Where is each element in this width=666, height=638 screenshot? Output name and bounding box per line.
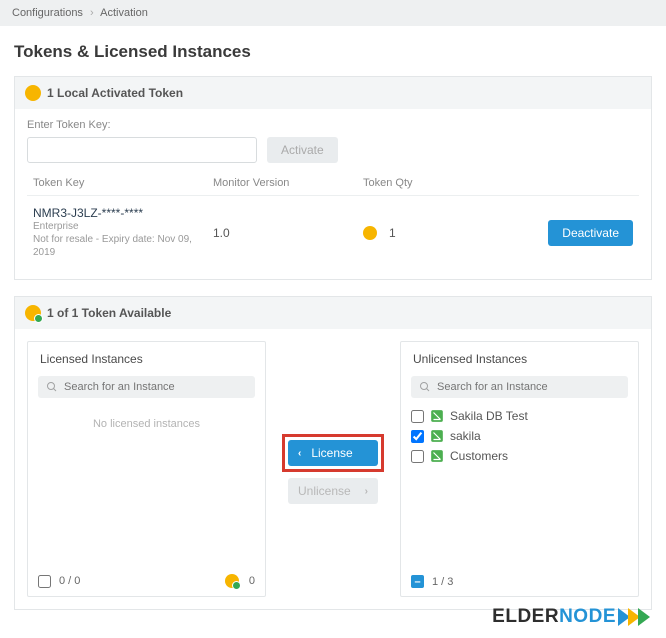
instance-item[interactable]: Customers: [411, 446, 628, 466]
licensed-title: Licensed Instances: [28, 342, 265, 376]
breadcrumb-current: Activation: [100, 7, 148, 19]
unlicensed-count: 1 / 3: [432, 576, 453, 588]
available-heading: 1 of 1 Token Available: [15, 297, 651, 329]
logo-triangles-icon: [620, 608, 650, 626]
breadcrumb: Configurations › Activation: [0, 0, 666, 26]
token-qty-value: 1: [389, 226, 396, 240]
highlight-box: ‹ License: [282, 434, 384, 472]
local-tokens-heading: 1 Local Activated Token: [15, 77, 651, 109]
search-icon: [419, 381, 431, 393]
database-icon: [430, 429, 444, 443]
instance-label: sakila: [450, 429, 481, 443]
minus-icon[interactable]: –: [411, 575, 424, 588]
licensed-instances-box: Licensed Instances No licensed instances…: [27, 341, 266, 597]
eldernode-logo: ELDERNODE: [492, 606, 650, 628]
instance-checkbox[interactable]: [411, 430, 424, 443]
local-tokens-panel: 1 Local Activated Token Enter Token Key:…: [14, 76, 652, 280]
license-button-label: License: [311, 446, 352, 460]
licensed-count: 0 / 0: [59, 575, 80, 587]
licensed-empty: No licensed instances: [28, 398, 265, 450]
col-token-key: Token Key: [33, 177, 213, 189]
unlicensed-search[interactable]: [411, 376, 628, 398]
token-key-value: NMR3-J3LZ-****-****: [33, 206, 213, 220]
transfer-buttons: ‹ License Unlicense ›: [278, 341, 388, 597]
instance-label: Sakila DB Test: [450, 409, 528, 423]
token-coin-icon: [225, 574, 239, 588]
token-available-icon: [25, 305, 41, 321]
licensed-search[interactable]: [38, 376, 255, 398]
page-title: Tokens & Licensed Instances: [14, 42, 652, 62]
instance-checkbox[interactable]: [411, 450, 424, 463]
unlicense-button-label: Unlicense: [298, 484, 351, 498]
token-coin-icon: [25, 85, 41, 101]
unlicensed-title: Unlicensed Instances: [401, 342, 638, 376]
chevron-right-icon: ›: [90, 7, 94, 19]
unlicensed-instances-box: Unlicensed Instances Sakila DB Test sakil…: [400, 341, 639, 597]
database-icon: [430, 409, 444, 423]
enter-token-label: Enter Token Key:: [27, 119, 639, 131]
available-heading-text: 1 of 1 Token Available: [47, 306, 171, 320]
activate-button[interactable]: Activate: [267, 137, 338, 163]
token-coin-icon: [363, 226, 377, 240]
col-token-qty: Token Qty: [363, 177, 543, 189]
logo-e: E: [603, 606, 616, 628]
chevron-right-icon: ›: [365, 486, 368, 497]
deactivate-button[interactable]: Deactivate: [548, 220, 633, 246]
instance-item[interactable]: Sakila DB Test: [411, 406, 628, 426]
local-tokens-heading-text: 1 Local Activated Token: [47, 86, 183, 100]
available-tokens-panel: 1 of 1 Token Available Licensed Instance…: [14, 296, 652, 610]
license-button[interactable]: ‹ License: [288, 440, 378, 466]
instance-checkbox[interactable]: [411, 410, 424, 423]
unlicensed-search-input[interactable]: [437, 381, 620, 393]
monitor-version-value: 1.0: [213, 226, 363, 240]
unlicensed-list: Sakila DB Test sakila Customers: [401, 398, 638, 468]
search-icon: [46, 381, 58, 393]
instance-label: Customers: [450, 449, 508, 463]
logo-text-node: NOD: [559, 606, 603, 628]
token-tier: Enterprise: [33, 220, 193, 233]
unlicense-button[interactable]: Unlicense ›: [288, 478, 378, 504]
licensed-select-all[interactable]: [38, 575, 51, 588]
chevron-left-icon: ‹: [298, 448, 301, 459]
col-monitor-version: Monitor Version: [213, 177, 363, 189]
token-key-input[interactable]: [27, 137, 257, 163]
token-expiry: Not for resale - Expiry date: Nov 09, 20…: [33, 233, 193, 259]
instance-item[interactable]: sakila: [411, 426, 628, 446]
database-icon: [430, 449, 444, 463]
token-table-header: Token Key Monitor Version Token Qty: [27, 177, 639, 195]
token-row: NMR3-J3LZ-****-**** Enterprise Not for r…: [27, 195, 639, 269]
logo-text-elder: ELDER: [492, 606, 559, 628]
licensed-search-input[interactable]: [64, 381, 247, 393]
licensed-token-available: 0: [249, 575, 255, 587]
breadcrumb-root[interactable]: Configurations: [12, 7, 83, 19]
